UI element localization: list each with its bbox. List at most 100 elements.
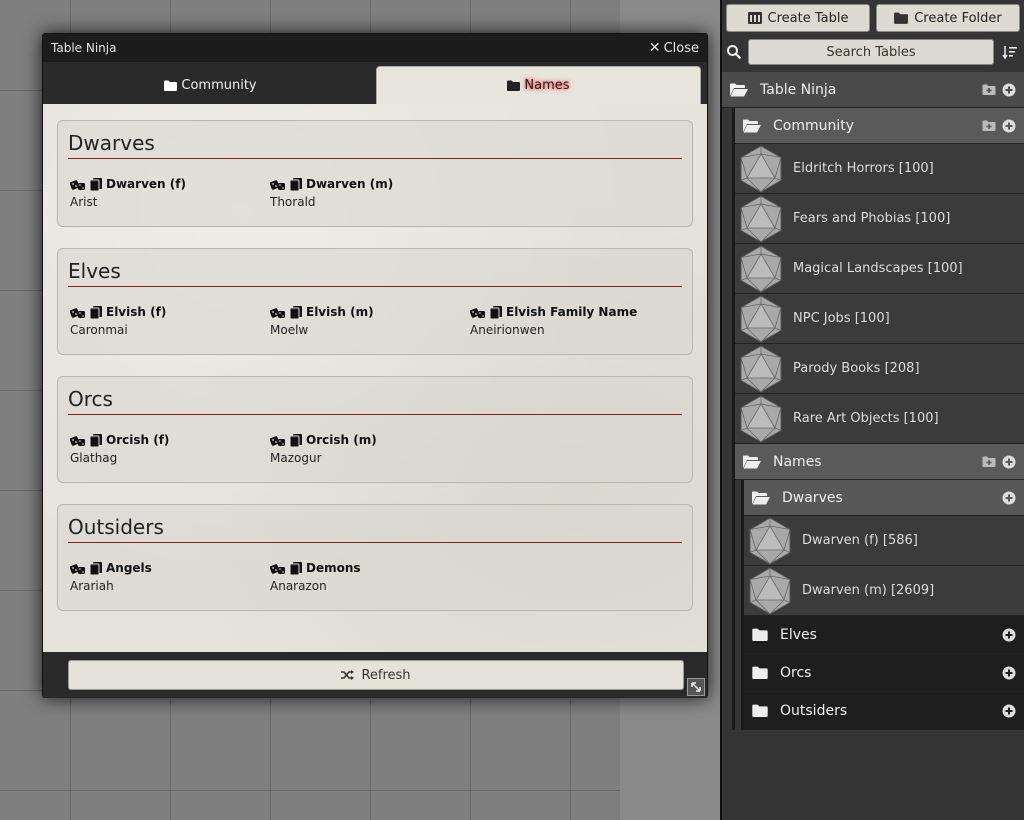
generated-value: Aneirionwen xyxy=(470,323,545,337)
folder-orcs[interactable]: Orcs xyxy=(744,654,1024,692)
add-table-icon[interactable] xyxy=(1002,628,1016,642)
create-table-button[interactable]: Create Table xyxy=(726,4,870,32)
resize-handle[interactable] xyxy=(687,678,705,696)
copy-icon[interactable] xyxy=(88,561,104,575)
window-header[interactable]: Table Ninja ✕ Close xyxy=(43,34,707,62)
tab-community[interactable]: Community xyxy=(49,66,372,104)
folder-elves[interactable]: Elves xyxy=(744,616,1024,654)
d20-icon xyxy=(740,394,782,443)
table-item[interactable]: Rare Art Objects [100] xyxy=(735,394,1024,444)
table-item[interactable]: Dwarven (f) [586] xyxy=(744,516,1024,566)
table-name: Magical Landscapes [100] xyxy=(793,261,963,276)
dice-icon[interactable] xyxy=(70,434,86,447)
name-generator-item[interactable]: Elvish (f) Caronmai xyxy=(68,305,268,337)
folder-names[interactable]: Names xyxy=(735,444,1024,480)
close-button[interactable]: ✕ Close xyxy=(649,40,699,56)
table-name: Parody Books [208] xyxy=(793,361,920,376)
generator-name: Elvish (m) xyxy=(306,305,374,319)
table-item[interactable]: Eldritch Horrors [100] xyxy=(735,144,1024,194)
d20-icon xyxy=(749,566,791,615)
table-icon xyxy=(747,12,762,24)
folder-dwarves[interactable]: Dwarves xyxy=(744,480,1024,516)
dice-icon[interactable] xyxy=(470,306,486,319)
name-generator-item[interactable]: Demons Anarazon xyxy=(268,561,468,593)
copy-icon[interactable] xyxy=(88,305,104,319)
folder-icon xyxy=(752,704,768,717)
table-item[interactable]: Magical Landscapes [100] xyxy=(735,244,1024,294)
add-table-icon[interactable] xyxy=(1002,704,1016,718)
copy-icon[interactable] xyxy=(288,561,304,575)
tab-label: Names xyxy=(524,78,570,93)
copy-icon[interactable] xyxy=(488,305,504,319)
add-folder-icon[interactable] xyxy=(982,120,996,131)
window-title: Table Ninja xyxy=(51,41,117,55)
add-table-icon[interactable] xyxy=(1002,119,1016,133)
dice-icon[interactable] xyxy=(70,562,86,575)
tab-label: Community xyxy=(181,77,257,93)
add-table-icon[interactable] xyxy=(1002,491,1016,505)
generated-value: Arariah xyxy=(70,579,114,593)
folder-name: Dwarves xyxy=(782,489,843,506)
add-folder-icon[interactable] xyxy=(982,456,996,467)
create-table-label: Create Table xyxy=(767,10,849,26)
refresh-button[interactable]: Refresh xyxy=(68,660,684,690)
copy-icon[interactable] xyxy=(288,177,304,191)
tab-names[interactable]: Names xyxy=(376,66,701,104)
folder-icon xyxy=(752,628,768,641)
dice-icon[interactable] xyxy=(270,434,286,447)
add-table-icon[interactable] xyxy=(1002,455,1016,469)
table-item[interactable]: Dwarven (m) [2609] xyxy=(744,566,1024,616)
generator-name: Dwarven (m) xyxy=(306,177,394,191)
create-folder-button[interactable]: Create Folder xyxy=(876,4,1020,32)
table-name: NPC Jobs [100] xyxy=(793,311,890,326)
folder-community[interactable]: Community xyxy=(735,108,1024,144)
copy-icon[interactable] xyxy=(288,305,304,319)
d20-icon xyxy=(740,194,782,243)
copy-icon[interactable] xyxy=(88,177,104,191)
folder-outsiders[interactable]: Outsiders xyxy=(744,692,1024,730)
dice-icon[interactable] xyxy=(70,306,86,319)
generated-value: Mazogur xyxy=(270,451,322,465)
copy-icon[interactable] xyxy=(88,433,104,447)
name-generator-item[interactable]: Dwarven (f) Arist xyxy=(68,177,268,209)
name-generator-item[interactable]: Orcish (f) Glathag xyxy=(68,433,268,465)
d20-icon xyxy=(740,244,782,293)
name-generator-item[interactable]: Elvish Family Name Aneirionwen xyxy=(468,305,668,337)
group-elves: Elves Elvish (f) Caronmai Elvish (m) Moe… xyxy=(57,248,693,355)
generator-name: Orcish (m) xyxy=(306,433,377,447)
table-ninja-window: Table Ninja ✕ Close Community Names Dwar… xyxy=(42,33,708,698)
folder-icon xyxy=(507,80,521,91)
folder-table-ninja[interactable]: Table Ninja xyxy=(722,72,1024,108)
name-generator-item[interactable]: Angels Arariah xyxy=(68,561,268,593)
folder-open-icon xyxy=(752,491,770,504)
name-generator-item[interactable]: Elvish (m) Moelw xyxy=(268,305,468,337)
add-table-icon[interactable] xyxy=(1002,666,1016,680)
dice-icon[interactable] xyxy=(270,306,286,319)
folder-open-icon xyxy=(743,455,761,468)
sort-icon[interactable] xyxy=(1000,42,1020,62)
dice-icon[interactable] xyxy=(270,178,286,191)
tab-bar: Community Names xyxy=(43,62,707,104)
name-generator-item[interactable]: Dwarven (m) Thorald xyxy=(268,177,468,209)
add-folder-icon[interactable] xyxy=(982,84,996,95)
table-item[interactable]: Fears and Phobias [100] xyxy=(735,194,1024,244)
d20-icon xyxy=(740,294,782,343)
search-input[interactable] xyxy=(748,39,994,65)
group-orcs: Orcs Orcish (f) Glathag Orcish (m) Mazog… xyxy=(57,376,693,483)
name-generator-item[interactable]: Orcish (m) Mazogur xyxy=(268,433,468,465)
close-icon: ✕ xyxy=(648,40,661,56)
dice-icon[interactable] xyxy=(70,178,86,191)
generated-value: Caronmai xyxy=(70,323,128,337)
d20-icon xyxy=(749,516,791,565)
d20-icon xyxy=(740,344,782,393)
copy-icon[interactable] xyxy=(288,433,304,447)
table-item[interactable]: NPC Jobs [100] xyxy=(735,294,1024,344)
folder-icon xyxy=(164,80,178,91)
folder-name: Names xyxy=(773,453,822,470)
generator-name: Orcish (f) xyxy=(106,433,170,447)
generated-value: Anarazon xyxy=(270,579,327,593)
add-table-icon[interactable] xyxy=(1002,83,1016,97)
group-title: Elves xyxy=(68,259,682,287)
dice-icon[interactable] xyxy=(270,562,286,575)
table-item[interactable]: Parody Books [208] xyxy=(735,344,1024,394)
